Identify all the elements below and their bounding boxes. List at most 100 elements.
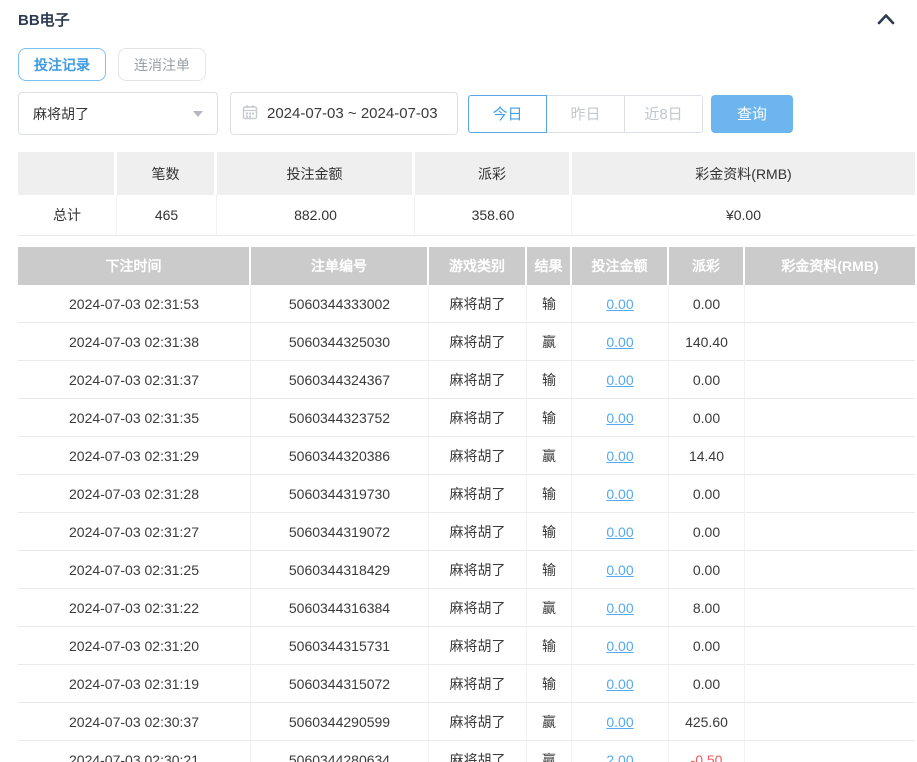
game-category-cell: 麻将胡了: [429, 361, 527, 399]
game-select[interactable]: 麻将胡了: [18, 92, 218, 135]
bet-amount-link[interactable]: 0.00: [606, 562, 633, 578]
chevron-up-icon: [875, 14, 897, 31]
tab-cascade-orders[interactable]: 连消注单: [118, 48, 206, 81]
bonus-cell: [745, 627, 915, 665]
game-category-cell: 麻将胡了: [429, 627, 527, 665]
summary-header-row: 笔数 投注金额 派彩 彩金资料(RMB): [18, 152, 915, 195]
collapse-button[interactable]: [873, 8, 899, 30]
bet-time-cell: 2024-07-03 02:30:21: [18, 741, 251, 762]
payout-cell: 0.00: [669, 475, 745, 513]
order-number-cell: 5060344320386: [251, 437, 429, 475]
bet-amount-cell: 0.00: [572, 399, 669, 437]
summary-total-label: 总计: [18, 195, 117, 236]
order-number-cell: 5060344319072: [251, 513, 429, 551]
summary-col-bet-amount: 投注金额: [217, 152, 415, 195]
bet-time-cell: 2024-07-03 02:31:19: [18, 665, 251, 703]
bet-amount-link[interactable]: 0.00: [606, 638, 633, 654]
records-col-result: 结果: [527, 247, 572, 285]
game-category-cell: 麻将胡了: [429, 665, 527, 703]
result-cell: 输: [527, 285, 572, 323]
summary-col-bonus: 彩金资料(RMB): [572, 152, 915, 195]
bet-amount-link[interactable]: 0.00: [606, 714, 633, 730]
result-cell: 输: [527, 399, 572, 437]
tab-bar: 投注记录 连消注单: [18, 48, 915, 81]
bet-amount-cell: 0.00: [572, 665, 669, 703]
yesterday-button[interactable]: 昨日: [546, 94, 625, 133]
query-button[interactable]: 查询: [711, 94, 793, 133]
bet-time-cell: 2024-07-03 02:31:29: [18, 437, 251, 475]
game-category-cell: 麻将胡了: [429, 399, 527, 437]
game-category-cell: 麻将胡了: [429, 741, 527, 762]
tab-bet-records[interactable]: 投注记录: [18, 48, 106, 81]
result-cell: 输: [527, 627, 572, 665]
result-cell: 输: [527, 475, 572, 513]
bet-time-cell: 2024-07-03 02:31:25: [18, 551, 251, 589]
bet-amount-link[interactable]: 0.00: [606, 524, 633, 540]
order-number-cell: 5060344325030: [251, 323, 429, 361]
table-row: 2024-07-03 02:31:53 5060344333002 麻将胡了输 0.0…: [18, 285, 915, 323]
bonus-cell: [745, 475, 915, 513]
game-category-cell: 麻将胡了: [429, 551, 527, 589]
date-range-value: 2024-07-03 ~ 2024-07-03: [267, 105, 438, 122]
game-category-cell: 麻将胡了: [429, 703, 527, 741]
bet-amount-link[interactable]: 0.00: [606, 296, 633, 312]
summary-total-bonus: ¥0.00: [572, 195, 915, 236]
bet-amount-link[interactable]: 0.00: [606, 600, 633, 616]
bet-amount-link[interactable]: 0.00: [606, 486, 633, 502]
summary-col-payout: 派彩: [415, 152, 572, 195]
bet-amount-cell: 0.00: [572, 551, 669, 589]
summary-total-row: 总计 465 882.00 358.60 ¥0.00: [18, 195, 915, 236]
bet-amount-link[interactable]: 0.00: [606, 372, 633, 388]
bet-amount-link[interactable]: 0.00: [606, 334, 633, 350]
bet-amount-cell: 0.00: [572, 475, 669, 513]
bet-amount-link[interactable]: 0.00: [606, 448, 633, 464]
records-col-payout: 派彩: [669, 247, 745, 285]
order-number-cell: 5060344315072: [251, 665, 429, 703]
game-category-cell: 麻将胡了: [429, 437, 527, 475]
payout-cell: 425.60: [669, 703, 745, 741]
bonus-cell: [745, 665, 915, 703]
table-row: 2024-07-03 02:31:19 5060344315072 麻将胡了输 0.0…: [18, 665, 915, 703]
summary-col-count: 笔数: [117, 152, 217, 195]
panel-title: BB电子: [18, 11, 70, 29]
table-row: 2024-07-03 02:31:22 5060344316384 麻将胡了赢 0.0…: [18, 589, 915, 627]
table-row: 2024-07-03 02:31:25 5060344318429 麻将胡了输 0.0…: [18, 551, 915, 589]
order-number-cell: 5060344280634: [251, 741, 429, 762]
bonus-cell: [745, 361, 915, 399]
bet-time-cell: 2024-07-03 02:30:37: [18, 703, 251, 741]
table-row: 2024-07-03 02:31:37 5060344324367 麻将胡了输 0.0…: [18, 361, 915, 399]
order-number-cell: 5060344318429: [251, 551, 429, 589]
last-8-days-button[interactable]: 近8日: [624, 94, 703, 133]
summary-col-blank: [18, 152, 117, 195]
bet-time-cell: 2024-07-03 02:31:28: [18, 475, 251, 513]
order-number-cell: 5060344315731: [251, 627, 429, 665]
game-select-value: 麻将胡了: [33, 105, 89, 122]
table-row: 2024-07-03 02:31:35 5060344323752 麻将胡了输 0.0…: [18, 399, 915, 437]
payout-cell: 0.00: [669, 399, 745, 437]
bonus-cell: [745, 589, 915, 627]
result-cell: 赢: [527, 323, 572, 361]
bet-amount-cell: 0.00: [572, 437, 669, 475]
filter-bar: 麻将胡了 2024-07-03 ~ 2024-07-03 今日 昨日 近8日 查…: [18, 92, 915, 135]
bet-time-cell: 2024-07-03 02:31:22: [18, 589, 251, 627]
bet-amount-cell: 0.00: [572, 361, 669, 399]
today-button[interactable]: 今日: [468, 94, 547, 133]
game-category-cell: 麻将胡了: [429, 589, 527, 627]
table-row: 2024-07-03 02:31:20 5060344315731 麻将胡了输 0.0…: [18, 627, 915, 665]
date-range-picker[interactable]: 2024-07-03 ~ 2024-07-03: [230, 92, 458, 135]
records-body: 2024-07-03 02:31:53 5060344333002 麻将胡了输 0.0…: [18, 285, 915, 762]
bet-time-cell: 2024-07-03 02:31:27: [18, 513, 251, 551]
payout-cell: 14.40: [669, 437, 745, 475]
bet-amount-cell: 0.00: [572, 285, 669, 323]
bet-time-cell: 2024-07-03 02:31:53: [18, 285, 251, 323]
panel-header: BB电子: [18, 8, 915, 30]
bet-amount-link[interactable]: 2.00: [606, 752, 633, 762]
order-number-cell: 5060344333002: [251, 285, 429, 323]
payout-cell: -0.50: [669, 741, 745, 762]
bet-amount-link[interactable]: 0.00: [606, 676, 633, 692]
bet-time-cell: 2024-07-03 02:31:37: [18, 361, 251, 399]
bonus-cell: [745, 437, 915, 475]
bet-amount-link[interactable]: 0.00: [606, 410, 633, 426]
bonus-cell: [745, 323, 915, 361]
result-cell: 赢: [527, 741, 572, 762]
